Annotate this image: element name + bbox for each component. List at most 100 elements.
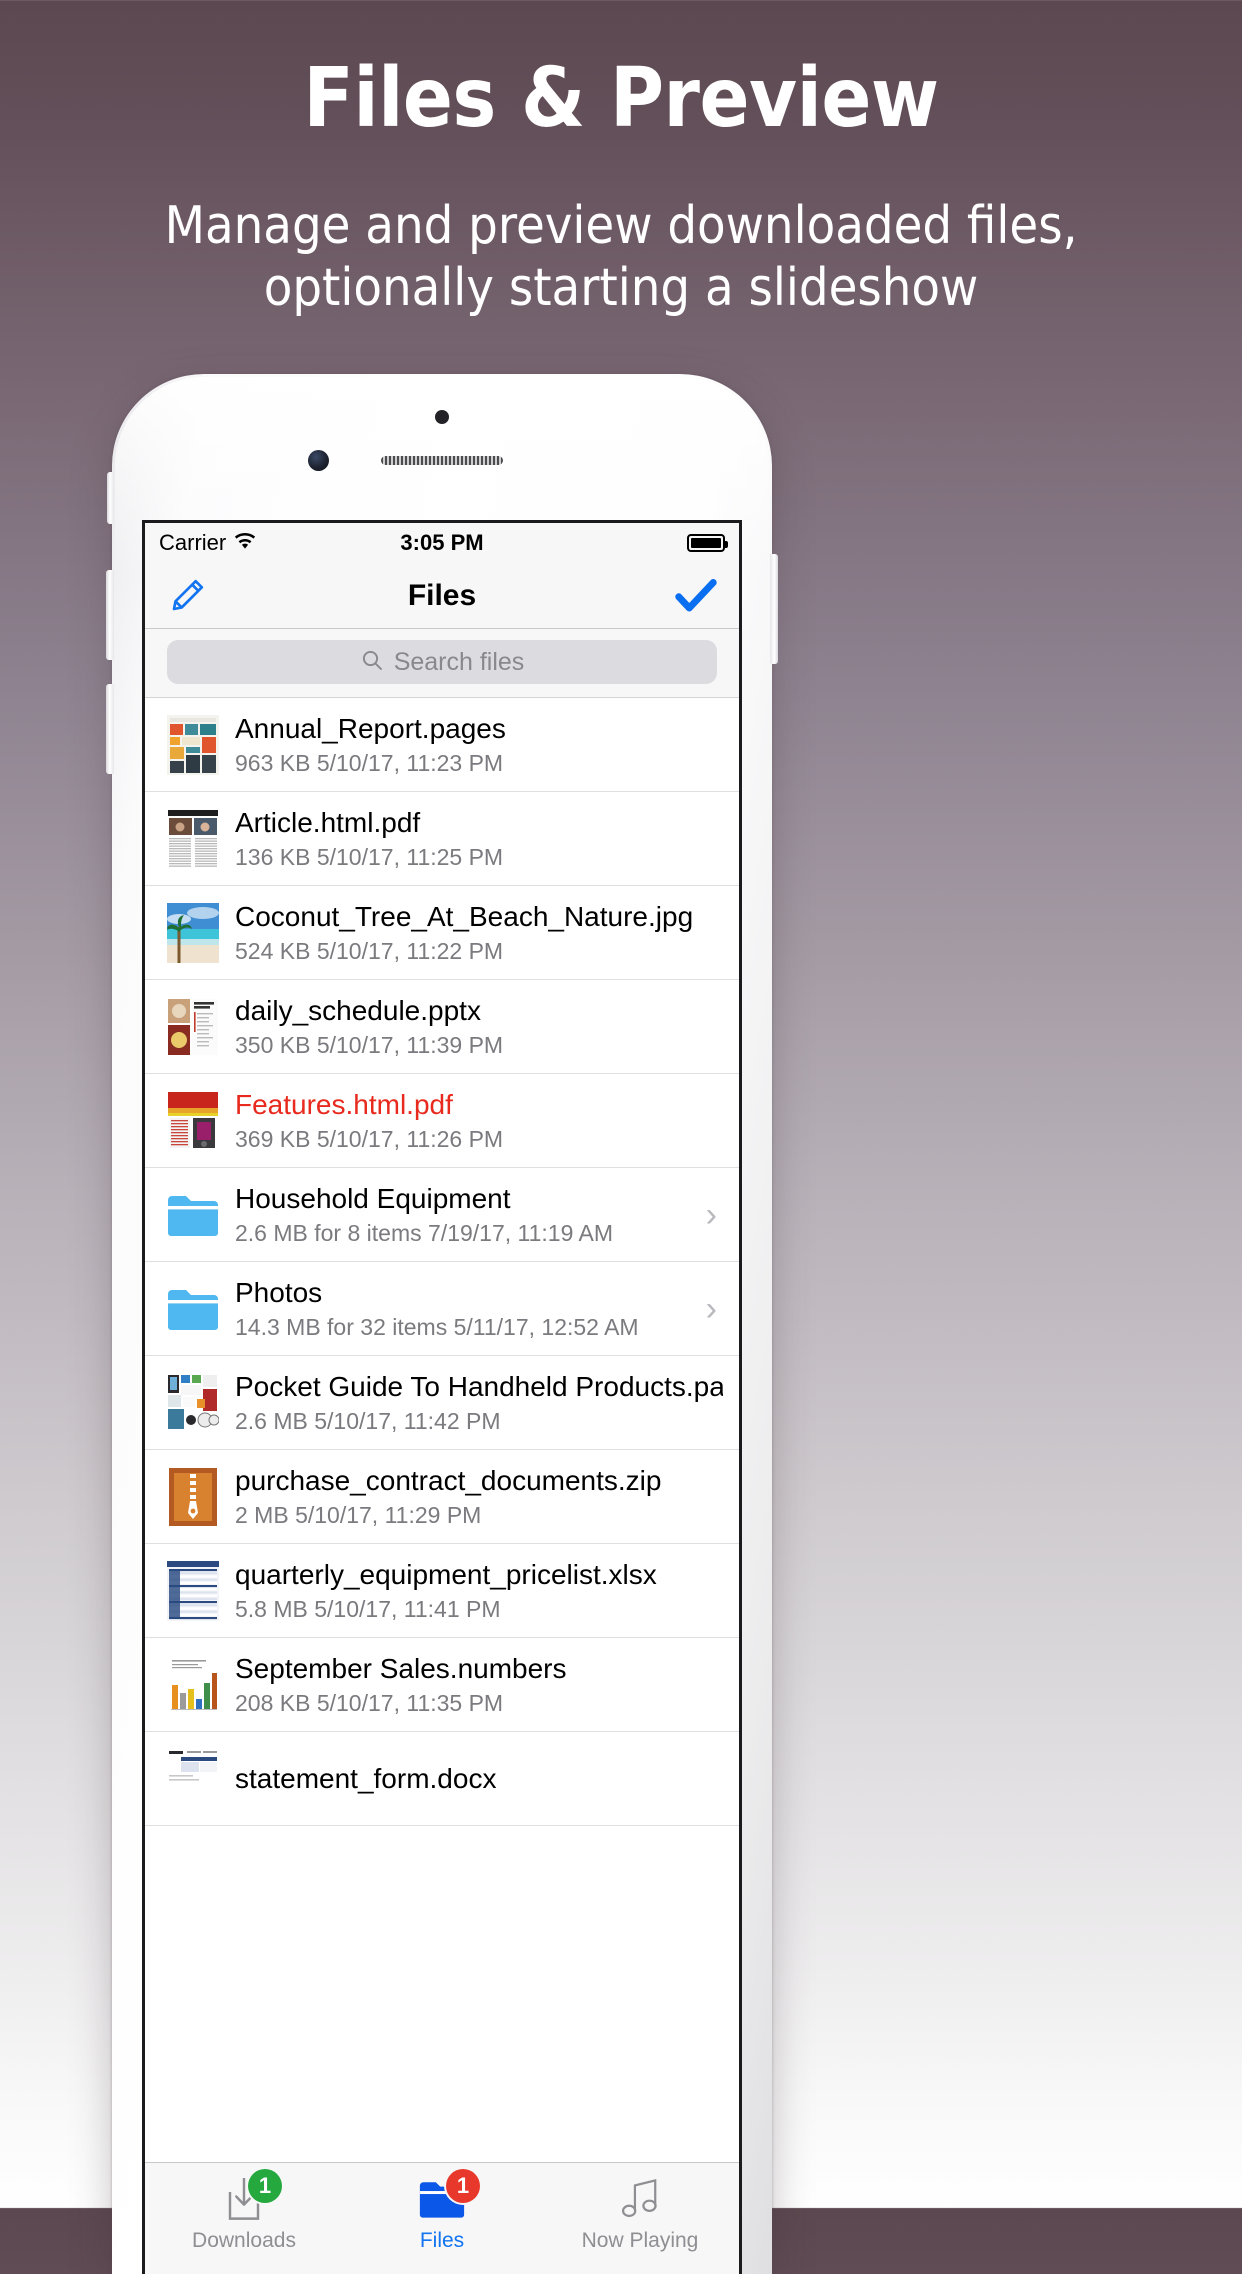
file-name: Coconut_Tree_At_Beach_Nature.jpg xyxy=(235,900,694,932)
folder-icon xyxy=(167,1277,219,1340)
spreadsheet-thumbnail xyxy=(167,1559,219,1622)
status-bar-right xyxy=(687,534,728,552)
file-meta: 963 KB 5/10/17, 11:23 PM xyxy=(235,750,504,777)
music-note-icon xyxy=(541,2173,739,2225)
tab-badge: 1 xyxy=(446,2169,480,2203)
done-checkmark-button[interactable] xyxy=(675,578,717,614)
file-name: September Sales.numbers xyxy=(235,1652,567,1684)
navigation-bar: Files xyxy=(145,563,739,629)
file-item-text: Household Equipment 2.6 MB for 8 items 7… xyxy=(235,1182,690,1247)
infographic-thumbnail xyxy=(167,713,219,776)
file-list-item[interactable]: Coconut_Tree_At_Beach_Nature.jpg 524 KB … xyxy=(145,886,739,980)
status-bar: Carrier 3:05 PM xyxy=(145,523,739,563)
file-name: Features.html.pdf xyxy=(235,1088,453,1120)
iphone-device-frame: Carrier 3:05 PM Files Search files Annua… xyxy=(106,374,778,2274)
form-document-thumbnail xyxy=(167,1747,219,1810)
file-name: Pocket Guide To Handheld Products.pages xyxy=(235,1370,723,1402)
page-subtitle: Manage and preview downloaded files, opt… xyxy=(164,196,1078,318)
tab-downloads[interactable]: 1 Downloads xyxy=(145,2169,343,2253)
file-meta: 5.8 MB 5/10/17, 11:41 PM xyxy=(235,1596,501,1623)
file-list-item[interactable]: Photos 14.3 MB for 32 items 5/11/17, 12:… xyxy=(145,1262,739,1356)
proximity-sensor-icon xyxy=(435,410,449,424)
file-item-text: daily_schedule.pptx 350 KB 5/10/17, 11:3… xyxy=(235,994,723,1059)
mute-switch[interactable] xyxy=(107,472,114,524)
file-item-text: quarterly_equipment_pricelist.xlsx 5.8 M… xyxy=(235,1558,723,1623)
search-placeholder: Search files xyxy=(393,647,525,676)
file-name: Article.html.pdf xyxy=(235,806,421,838)
file-list-item[interactable]: Annual_Report.pages 963 KB 5/10/17, 11:2… xyxy=(145,698,739,792)
file-list-item[interactable]: Features.html.pdf 369 KB 5/10/17, 11:26 … xyxy=(145,1074,739,1168)
carrier-label: Carrier xyxy=(159,530,227,555)
front-camera-icon xyxy=(308,450,329,471)
file-list-item[interactable]: purchase_contract_documents.zip 2 MB 5/1… xyxy=(145,1450,739,1544)
file-meta: 350 KB 5/10/17, 11:39 PM xyxy=(235,1032,504,1059)
file-meta: 208 KB 5/10/17, 11:35 PM xyxy=(235,1690,504,1717)
volume-up-button[interactable] xyxy=(106,570,114,660)
tab-files[interactable]: 1 Files xyxy=(343,2169,541,2253)
file-list-item[interactable]: September Sales.numbers 208 KB 5/10/17, … xyxy=(145,1638,739,1732)
file-item-text: Features.html.pdf 369 KB 5/10/17, 11:26 … xyxy=(235,1088,723,1153)
tab-bar: 1 Downloads 1 Files Now Playing xyxy=(145,2162,739,2274)
file-item-text: Pocket Guide To Handheld Products.pages … xyxy=(235,1370,723,1435)
earpiece-speaker xyxy=(381,456,503,465)
file-list-item[interactable]: Household Equipment 2.6 MB for 8 items 7… xyxy=(145,1168,739,1262)
file-name: purchase_contract_documents.zip xyxy=(235,1464,662,1496)
device-screen: Carrier 3:05 PM Files Search files Annua… xyxy=(142,520,742,2274)
tab-label: Files xyxy=(419,2229,465,2252)
tab-label: Downloads xyxy=(192,2229,296,2252)
file-list-item[interactable]: statement_form.docx xyxy=(145,1732,739,1826)
file-item-text: purchase_contract_documents.zip 2 MB 5/1… xyxy=(235,1464,723,1529)
file-item-text: Annual_Report.pages 963 KB 5/10/17, 11:2… xyxy=(235,712,723,777)
file-meta: 2.6 MB for 8 items 7/19/17, 11:19 AM xyxy=(235,1220,613,1247)
file-item-text: statement_form.docx xyxy=(235,1762,723,1795)
file-meta: 136 KB 5/10/17, 11:25 PM xyxy=(235,844,504,871)
edit-button[interactable] xyxy=(167,576,207,616)
file-list-item[interactable]: Pocket Guide To Handheld Products.pages … xyxy=(145,1356,739,1450)
folder-icon: 1 xyxy=(343,2169,541,2225)
file-list: Annual_Report.pages 963 KB 5/10/17, 11:2… xyxy=(145,698,739,1826)
file-name: Photos xyxy=(235,1276,323,1308)
beach-photo-thumbnail xyxy=(167,901,219,964)
search-container: Search files xyxy=(145,629,739,698)
file-name: Annual_Report.pages xyxy=(235,712,506,744)
file-item-text: Article.html.pdf 136 KB 5/10/17, 11:25 P… xyxy=(235,806,723,871)
search-input[interactable]: Search files xyxy=(167,640,717,684)
file-meta: 14.3 MB for 32 items 5/11/17, 12:52 AM xyxy=(235,1314,639,1341)
file-list-item[interactable]: daily_schedule.pptx 350 KB 5/10/17, 11:3… xyxy=(145,980,739,1074)
file-name: daily_schedule.pptx xyxy=(235,994,481,1026)
download-icon: 1 xyxy=(145,2169,343,2225)
bar-chart-thumbnail xyxy=(167,1653,219,1716)
file-name: Household Equipment xyxy=(235,1182,511,1214)
chevron-right-icon: › xyxy=(705,1289,717,1328)
nav-title: Files xyxy=(407,578,477,612)
file-meta: 369 KB 5/10/17, 11:26 PM xyxy=(235,1126,504,1153)
news-article-thumbnail xyxy=(167,807,219,870)
file-item-text: Coconut_Tree_At_Beach_Nature.jpg 524 KB … xyxy=(235,900,723,965)
battery-full-icon xyxy=(687,534,728,552)
power-button[interactable] xyxy=(770,554,778,664)
file-list-item[interactable]: Article.html.pdf 136 KB 5/10/17, 11:25 P… xyxy=(145,792,739,886)
zip-archive-icon xyxy=(167,1465,219,1528)
wifi-icon xyxy=(233,530,257,556)
file-name: statement_form.docx xyxy=(235,1762,497,1794)
file-meta: 2.6 MB 5/10/17, 11:42 PM xyxy=(235,1408,501,1435)
file-item-text: Photos 14.3 MB for 32 items 5/11/17, 12:… xyxy=(235,1276,690,1341)
tab-badge: 1 xyxy=(248,2169,282,2203)
promo-header: Files & Preview Manage and preview downl… xyxy=(0,0,1242,320)
file-name: quarterly_equipment_pricelist.xlsx xyxy=(235,1558,657,1590)
page-title: Files & Preview xyxy=(303,51,939,146)
tab-now-playing[interactable]: Now Playing xyxy=(541,2173,739,2253)
brochure-thumbnail xyxy=(167,1089,219,1152)
file-item-text: September Sales.numbers 208 KB 5/10/17, … xyxy=(235,1652,723,1717)
presentation-thumbnail xyxy=(167,995,219,1058)
file-meta: 524 KB 5/10/17, 11:22 PM xyxy=(235,938,504,965)
folder-icon xyxy=(167,1183,219,1246)
volume-down-button[interactable] xyxy=(106,684,114,774)
file-list-item[interactable]: quarterly_equipment_pricelist.xlsx 5.8 M… xyxy=(145,1544,739,1638)
search-icon xyxy=(360,648,384,677)
product-grid-thumbnail xyxy=(167,1371,219,1434)
chevron-right-icon: › xyxy=(705,1195,717,1234)
tab-label: Now Playing xyxy=(581,2229,699,2252)
status-bar-left: Carrier xyxy=(159,530,257,556)
file-meta: 2 MB 5/10/17, 11:29 PM xyxy=(235,1502,482,1529)
